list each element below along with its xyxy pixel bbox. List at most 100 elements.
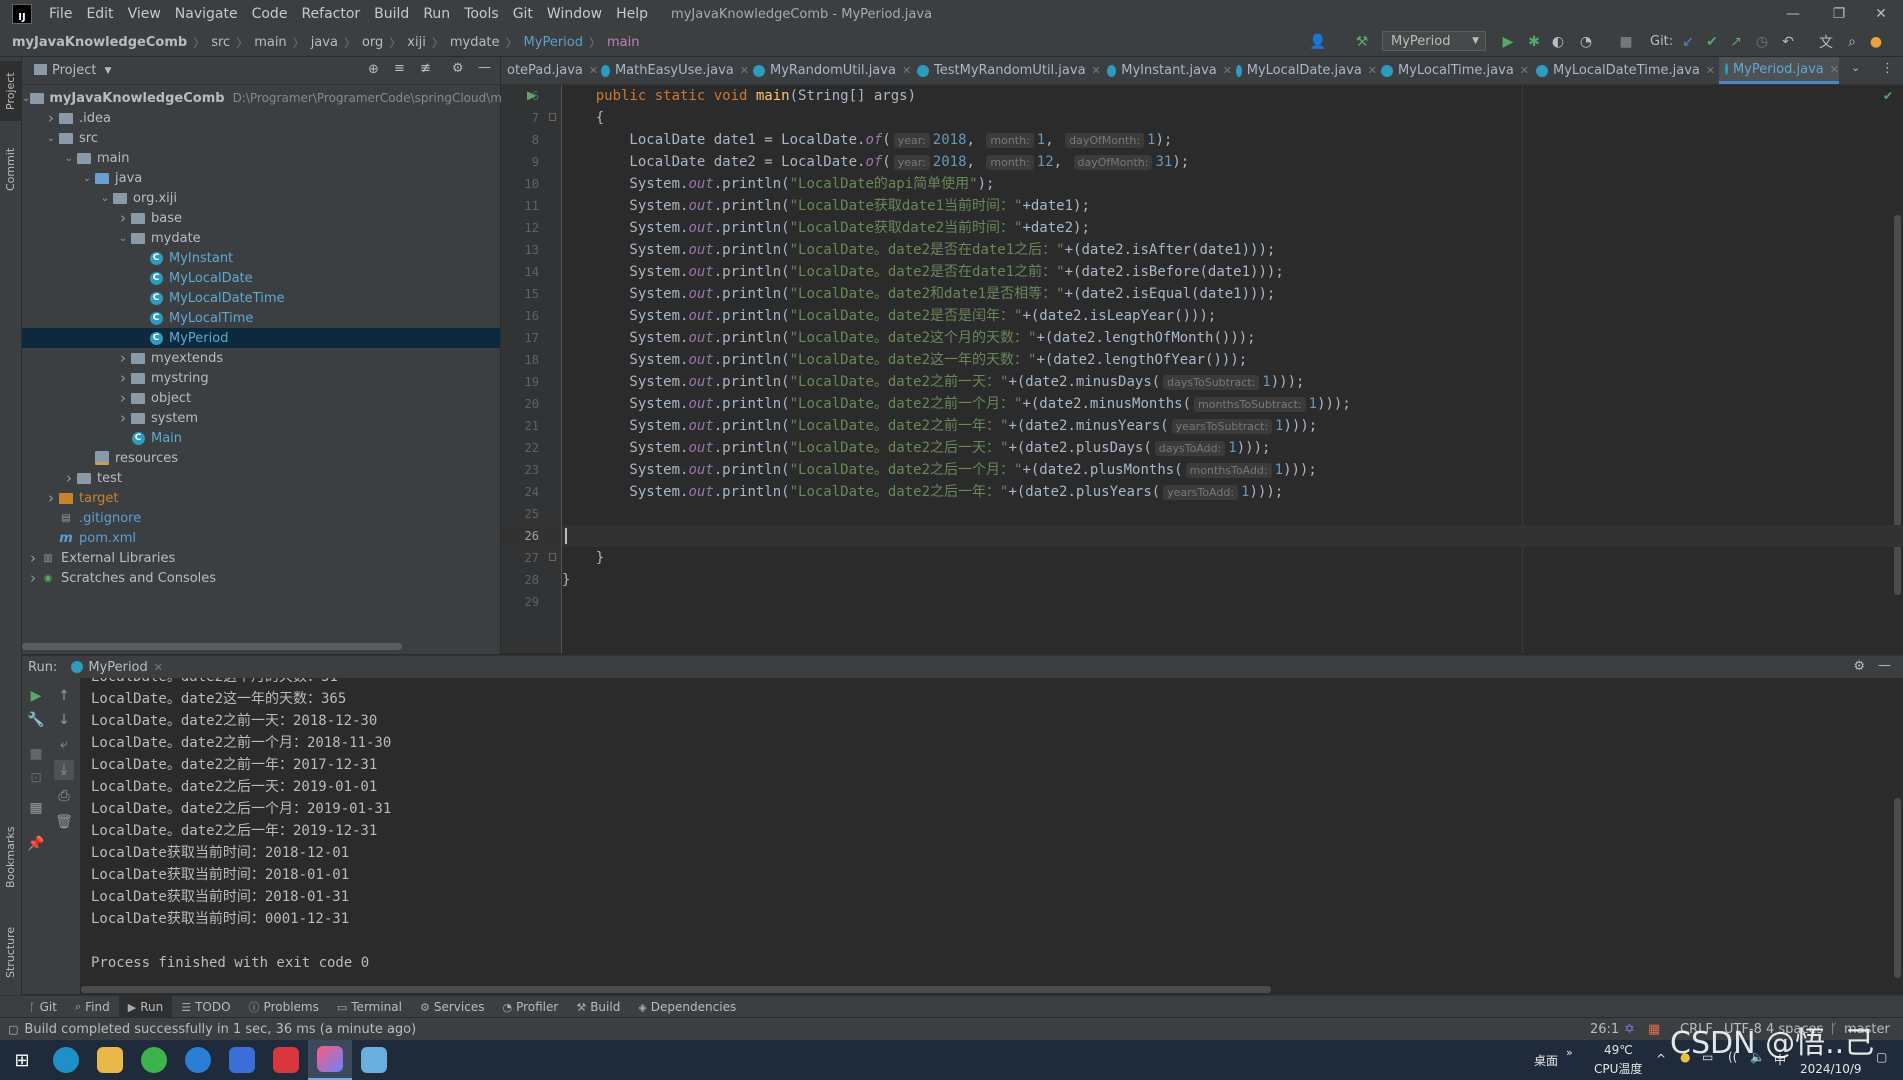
status-square-icon[interactable]: ▢ (8, 1023, 18, 1036)
fold-icon[interactable] (549, 553, 556, 561)
tool-tab-dependencies[interactable]: ◈ Dependencies (629, 996, 745, 1018)
update-icon[interactable]: ● (1866, 32, 1886, 52)
close-icon[interactable]: ✕ (1858, 0, 1903, 28)
tool-tab-profiler[interactable]: ◔ Profiler (493, 996, 567, 1018)
windows-start-icon[interactable]: ⊞ (0, 1040, 44, 1080)
chevron-right-icon[interactable]: » (1566, 1046, 1573, 1059)
tool-tab-problems[interactable]: ⓘ Problems (240, 996, 328, 1018)
tool-tab-terminal[interactable]: ▭ Terminal (328, 996, 411, 1018)
search-icon[interactable]: ⌕ (1842, 32, 1862, 52)
minimize-icon[interactable]: — (1770, 0, 1816, 28)
commit-tool-tab[interactable]: Commit (0, 139, 21, 199)
feishu-icon[interactable] (220, 1040, 264, 1080)
editor-tab[interactable]: MyLocalDate.java ✕ (1230, 57, 1377, 84)
editor-tab[interactable]: MyInstant.java ✕ (1101, 57, 1232, 84)
chevron-right-icon[interactable]: › (44, 109, 58, 127)
project-panel-title[interactable]: Project (52, 63, 96, 78)
editor-tab[interactable]: MathEasyUse.java ✕ (595, 57, 749, 84)
tree-item[interactable]: C MyLocalDate (22, 268, 500, 288)
tool-tab-find[interactable]: ⌕ Find (66, 996, 119, 1018)
close-icon[interactable]: ✕ (1092, 64, 1101, 77)
editor-tab[interactable]: TestMyRandomUtil.java ✕ (911, 57, 1103, 84)
chevron-right-icon[interactable]: › (44, 489, 58, 507)
stop-icon[interactable]: ■ (26, 744, 46, 764)
breadcrumb-xiji[interactable]: xiji (404, 35, 429, 50)
menu-run[interactable]: Run (416, 6, 457, 22)
scroll-to-end-icon[interactable]: ⤓ (54, 760, 74, 780)
chevron-down-icon[interactable]: ⌄ (1851, 61, 1860, 74)
tree-item[interactable]: ⌄ org.xiji (22, 188, 500, 208)
close-icon[interactable]: ✕ (1830, 63, 1839, 76)
hide-panel-icon[interactable]: — (1878, 658, 1891, 673)
file-explorer-icon[interactable] (88, 1040, 132, 1080)
breadcrumb-java[interactable]: java (308, 35, 341, 50)
chevron-down-icon[interactable]: ⌄ (44, 133, 58, 144)
tree-item[interactable]: m pom.xml (22, 528, 500, 548)
menu-file[interactable]: File (42, 6, 79, 22)
breadcrumb-src[interactable]: src (208, 35, 233, 50)
tree-item[interactable]: › mystring (22, 368, 500, 388)
run-icon[interactable]: ▶ (1498, 32, 1518, 52)
layout-icon[interactable]: ▦ (26, 798, 46, 818)
stop-icon[interactable]: ■ (1616, 32, 1636, 52)
project-tool-tab[interactable]: Project (0, 61, 21, 121)
chevron-down-icon[interactable]: ⌄ (80, 173, 94, 184)
build-hammer-icon[interactable]: ⚒ (1352, 32, 1372, 52)
translate-icon[interactable]: 文 (1816, 32, 1836, 52)
bookmarks-tool-tab[interactable]: Bookmarks (0, 817, 21, 897)
status-message[interactable]: Build completed successfully in 1 sec, 3… (24, 1022, 416, 1037)
history-icon[interactable]: ◷ (1752, 32, 1772, 52)
locate-icon[interactable]: ⊕ (368, 62, 379, 77)
desktop-label[interactable]: 桌面 (1534, 1052, 1558, 1069)
run-configuration-select[interactable]: MyPeriod ▼ (1382, 31, 1486, 51)
browser-green-icon[interactable] (132, 1040, 176, 1080)
menu-refactor[interactable]: Refactor (294, 6, 367, 22)
collapse-all-icon[interactable]: ≢ (420, 61, 431, 76)
tree-item[interactable]: › test (22, 468, 500, 488)
editor-tab[interactable]: MyRandomUtil.java ✕ (747, 57, 913, 84)
chevron-right-icon[interactable]: › (116, 349, 130, 367)
expand-all-icon[interactable]: ≡ (394, 61, 405, 76)
restore-icon[interactable]: ❐ (1816, 0, 1862, 28)
git-push-icon[interactable]: ↗ (1726, 32, 1746, 52)
close-icon[interactable]: ✕ (902, 64, 911, 77)
ie-browser-icon[interactable] (176, 1040, 220, 1080)
editor-tab[interactable]: MyPeriod.java ✕ (1719, 57, 1839, 84)
scroll-up-icon[interactable]: ↑ (54, 686, 74, 706)
chevron-right-icon[interactable]: › (116, 209, 130, 227)
tool-tab-services[interactable]: ⚙ Services (411, 996, 493, 1018)
gear-icon[interactable]: ⚙ (1853, 659, 1865, 674)
notification-icon[interactable]: ▢ (1876, 1050, 1887, 1064)
tree-item[interactable]: resources (22, 448, 500, 468)
chevron-right-icon[interactable]: › (26, 569, 40, 587)
breadcrumb-method[interactable]: main (604, 35, 642, 50)
tree-item[interactable]: ⌄ src (22, 128, 500, 148)
tree-item[interactable]: C MyLocalTime (22, 308, 500, 328)
tool-tab-build[interactable]: ⚒ Build (567, 996, 629, 1018)
intellij-idea-icon[interactable] (308, 1040, 352, 1080)
tree-item[interactable]: ⌄ java (22, 168, 500, 188)
chevron-right-icon[interactable]: › (116, 409, 130, 427)
console-output[interactable]: LocalDate。date2这个月的天数：31 LocalDate。date2… (81, 678, 1903, 994)
tree-item[interactable]: C MyPeriod (22, 328, 500, 348)
debug-icon[interactable]: ✱ (1524, 32, 1544, 52)
tree-item[interactable]: › system (22, 408, 500, 428)
chevron-up-icon[interactable]: ^ (1656, 1052, 1666, 1066)
tree-item[interactable]: › ▥ External Libraries (22, 548, 500, 568)
menu-code[interactable]: Code (245, 6, 295, 22)
coverage-icon[interactable]: ◐ (1548, 32, 1568, 52)
chevron-right-icon[interactable]: › (116, 389, 130, 407)
menu-help[interactable]: Help (609, 6, 655, 22)
menu-tools[interactable]: Tools (457, 6, 506, 22)
netease-music-icon[interactable] (264, 1040, 308, 1080)
menu-navigate[interactable]: Navigate (168, 6, 245, 22)
breadcrumb-main[interactable]: main (251, 35, 289, 50)
tool-tab-run[interactable]: ▶ Run (118, 996, 173, 1018)
dump-threads-icon[interactable]: ⊡ (26, 768, 46, 788)
chevron-down-icon[interactable]: ⌄ (98, 193, 112, 204)
close-icon[interactable]: ✕ (154, 661, 163, 674)
more-icon[interactable]: ⋮ (1881, 61, 1894, 76)
chevron-down-icon[interactable]: ⌄ (22, 93, 30, 104)
tree-item[interactable]: › ◉ Scratches and Consoles (22, 568, 500, 588)
breadcrumb-class[interactable]: MyPeriod (521, 35, 586, 50)
